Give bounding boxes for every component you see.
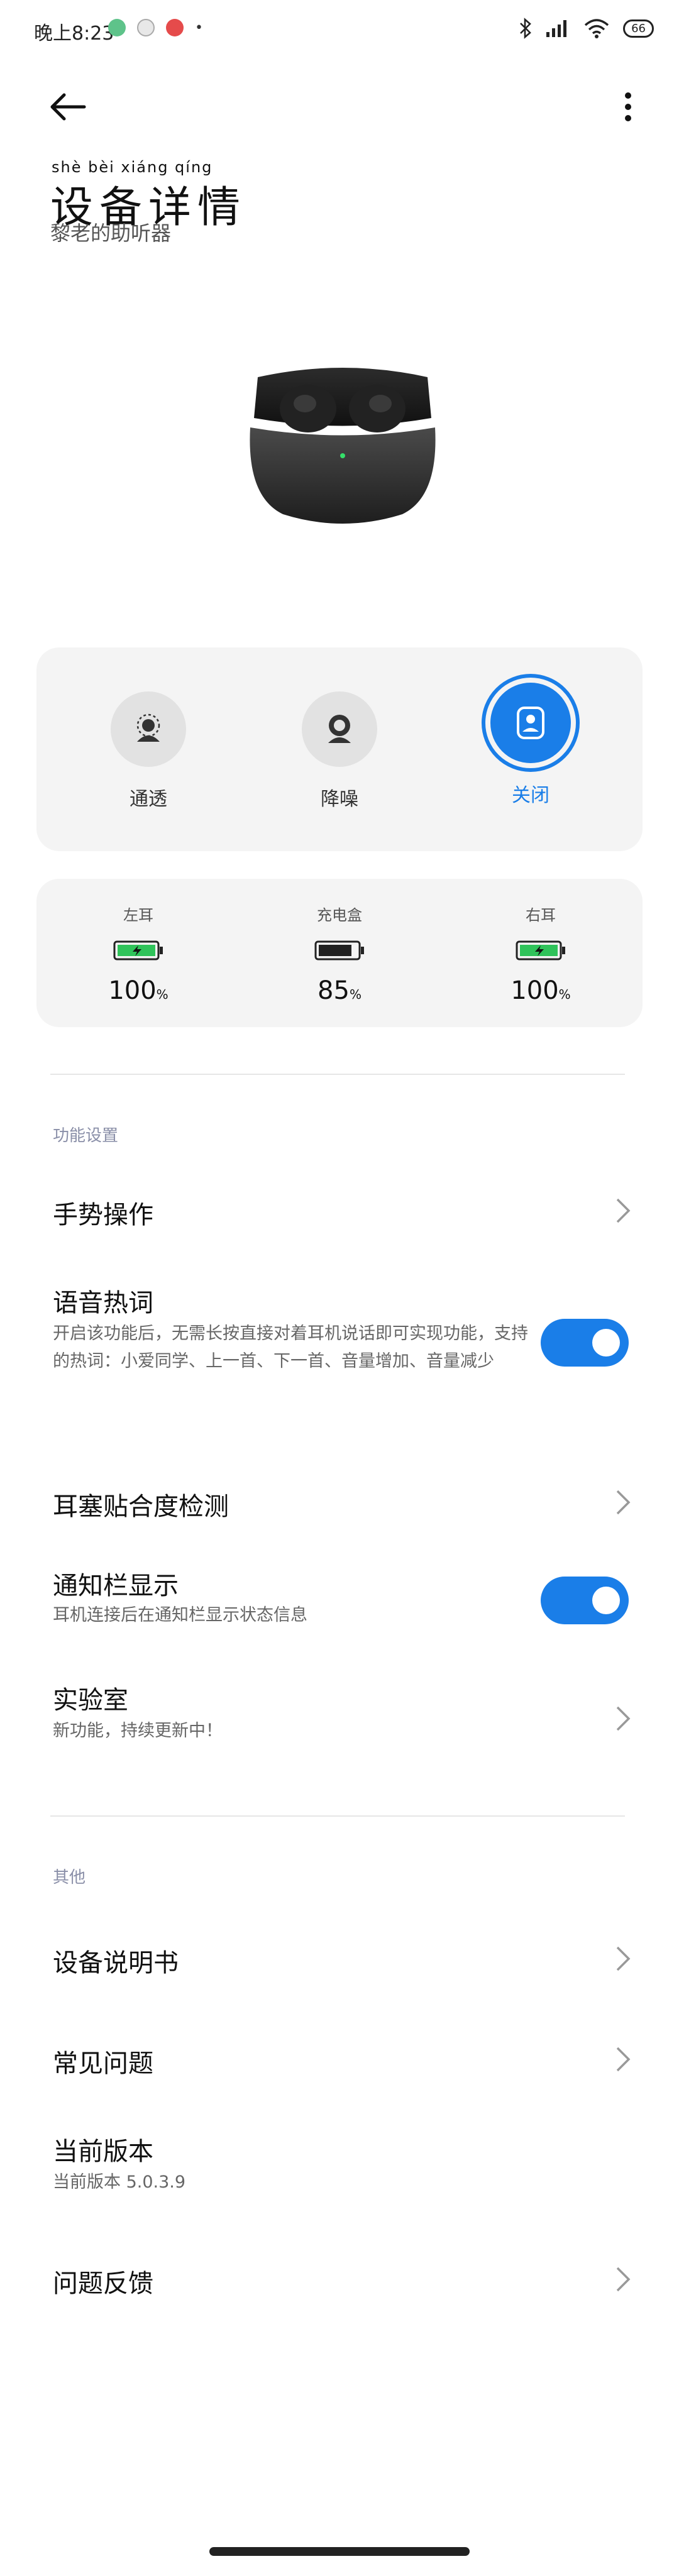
red-app-icon — [166, 19, 184, 36]
row-title: 常见问题 — [53, 2049, 153, 2078]
mode-off[interactable]: 关闭 — [468, 674, 593, 807]
chevron-right-icon — [616, 1706, 631, 1731]
section-function-settings: 功能设置 — [53, 1126, 119, 1145]
home-indicator[interactable] — [209, 2547, 470, 2556]
battery-case: 充电盒 85% — [264, 903, 415, 1005]
chevron-right-icon — [616, 2267, 631, 2292]
mode-off-ring — [482, 674, 580, 772]
wechat-icon — [108, 19, 126, 36]
battery-unit: % — [156, 987, 168, 1002]
notification-app-icon — [137, 19, 155, 36]
mode-transparent-circle — [111, 691, 186, 767]
signal-icon — [546, 20, 567, 37]
more-vertical-icon — [625, 92, 631, 121]
battery-status: 66 — [623, 19, 654, 38]
mode-label: 通透 — [130, 788, 167, 810]
battery-right: 右耳 100% — [465, 903, 616, 1005]
row-title: 当前版本 — [53, 2137, 153, 2166]
row-description: 新功能，持续更新中！ — [53, 1721, 223, 1741]
section-other: 其他 — [53, 1868, 86, 1887]
row-title: 手势操作 — [53, 1201, 153, 1230]
battery-left: 左耳 100% — [63, 903, 214, 1005]
mode-label: 关闭 — [512, 784, 549, 806]
more-options-button[interactable] — [612, 87, 644, 127]
battery-label: 左耳 — [123, 906, 153, 924]
status-time: 晚上8:23 — [34, 23, 114, 45]
bluetooth-icon — [520, 18, 531, 39]
status-right: 66 — [519, 18, 654, 39]
battery-charging-icon — [113, 940, 163, 960]
more-notifications-dot: • — [195, 19, 203, 36]
voice-hotword-row: 语音热词 开启该功能后，无需长按直接对着耳机说话即可实现功能，支持的热词：小爱同… — [0, 1276, 679, 1439]
current-version-row: 当前版本 当前版本 5.0.3.9 — [0, 2118, 679, 2213]
back-button[interactable] — [48, 87, 88, 127]
mode-noise-cancel[interactable]: 降噪 — [277, 679, 402, 811]
row-title: 实验室 — [53, 1686, 128, 1715]
row-description: 耳机连接后在通知栏显示状态信息 — [53, 1605, 307, 1625]
row-title: 耳塞贴合度检测 — [53, 1492, 229, 1521]
mode-off-circle — [490, 683, 571, 763]
mode-label: 降噪 — [321, 788, 358, 810]
transparent-mode-icon — [136, 713, 160, 742]
row-title: 问题反馈 — [53, 2269, 153, 2298]
chevron-right-icon — [616, 1490, 631, 1515]
mode-noise-cancel-circle — [302, 691, 377, 767]
status-bar: 晚上8:23 • 66 — [0, 0, 679, 60]
mode-transparent[interactable]: 通透 — [86, 679, 211, 811]
battery-value: 100 — [511, 976, 559, 1005]
row-description: 当前版本 5.0.3.9 — [53, 2172, 186, 2192]
divider — [50, 1815, 625, 1817]
wifi-icon — [584, 19, 609, 38]
chevron-right-icon — [616, 1198, 631, 1223]
fit-test-row[interactable]: 耳塞贴合度检测 — [0, 1458, 679, 1540]
battery-unit: % — [349, 987, 362, 1002]
chevron-right-icon — [616, 2047, 631, 2072]
lab-row[interactable]: 实验室 新功能，持续更新中！ — [0, 1672, 679, 1779]
battery-icon — [314, 940, 364, 960]
device-manual-row[interactable]: 设备说明书 — [0, 1924, 679, 2005]
battery-charging-icon — [516, 940, 565, 960]
battery-label: 右耳 — [526, 906, 556, 924]
row-title: 语音热词 — [53, 1289, 153, 1318]
battery-unit: % — [558, 987, 571, 1002]
device-name: 黎老的助听器 — [50, 221, 172, 245]
voice-hotword-toggle[interactable] — [541, 1319, 629, 1367]
battery-value: 100 — [108, 976, 157, 1005]
notification-display-toggle[interactable] — [541, 1577, 629, 1624]
row-description: 开启该功能后，无需长按直接对着耳机说话即可实现功能，支持的热词：小爱同学、上一首… — [53, 1324, 528, 1371]
divider — [50, 1074, 625, 1075]
status-app-icons: • — [108, 19, 203, 36]
notification-display-row: 通知栏显示 耳机连接后在通知栏显示状态信息 — [0, 1559, 679, 1666]
battery-card: 左耳 100% 充电盒 85% 右耳 100% — [36, 879, 643, 1027]
earbuds-case-image — [239, 352, 446, 541]
mode-off-icon — [517, 707, 544, 739]
arrow-left-icon — [50, 93, 86, 121]
faq-row[interactable]: 常见问题 — [0, 2024, 679, 2106]
noise-cancel-icon — [328, 715, 351, 743]
feedback-row[interactable]: 问题反馈 — [0, 2244, 679, 2326]
noise-mode-card: 通透 降噪 关闭 — [36, 647, 643, 851]
row-title: 通知栏显示 — [53, 1571, 179, 1600]
battery-value: 85 — [317, 976, 350, 1005]
chevron-right-icon — [616, 1946, 631, 1971]
gesture-settings-row[interactable]: 手势操作 — [0, 1169, 679, 1251]
row-title: 设备说明书 — [53, 1949, 179, 1978]
battery-label: 充电盒 — [317, 906, 362, 924]
